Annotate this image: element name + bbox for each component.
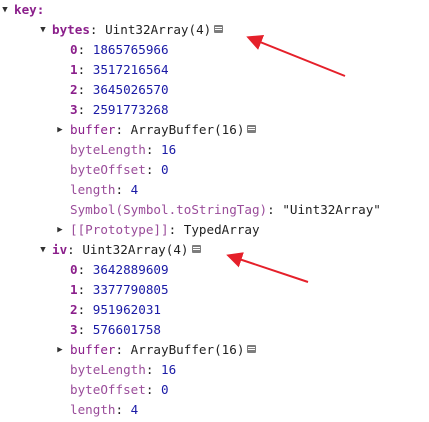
tree-row-iv[interactable]: iv: Uint32Array(4): [0, 240, 300, 260]
triangle-down-icon[interactable]: [38, 240, 48, 260]
memory-inspector-icon[interactable]: [247, 125, 257, 133]
triangle-right-icon[interactable]: [55, 120, 65, 140]
triangle-right-icon[interactable]: [55, 220, 65, 240]
prototype-key: [[Prototype]]: [70, 222, 169, 237]
list-item: 3: 2591773268: [70, 102, 169, 117]
property-value: "Uint32Array": [282, 202, 381, 217]
list-item: 2: 951962031: [70, 302, 162, 317]
memory-inspector-icon[interactable]: [247, 345, 257, 353]
list-item: 1: 3377790805: [70, 282, 169, 297]
property-row: Symbol(Symbol.toStringTag): "Uint32Array…: [70, 202, 381, 217]
bytes-key: bytes: [52, 22, 90, 37]
tree-row-bytes[interactable]: bytes: Uint32Array(4): [0, 20, 300, 40]
array-value: 1865765966: [92, 42, 169, 57]
array-index: 2: [70, 82, 78, 97]
triangle-right-icon[interactable]: [55, 340, 65, 360]
array-index: 1: [70, 62, 78, 77]
property-key: byteOffset: [70, 162, 146, 177]
buffer-type: ArrayBuffer(16): [130, 122, 245, 137]
array-value: 3517216564: [92, 62, 169, 77]
property-key: length: [70, 182, 116, 197]
list-item: 2: 3645026570: [70, 82, 169, 97]
buffer-key: buffer: [70, 342, 116, 357]
property-row: length: 4: [70, 182, 139, 197]
array-value: 3642889609: [92, 262, 169, 277]
property-key: length: [70, 402, 116, 417]
array-value: 576601758: [92, 322, 162, 337]
arrow-to-bytes-memory-icon: [246, 35, 346, 77]
iv-type: Uint32Array(4): [82, 242, 189, 257]
array-value: 2591773268: [92, 102, 169, 117]
root-label: key:: [14, 2, 45, 17]
list-item: 0: 1865765966: [70, 42, 169, 57]
array-value: 3645026570: [92, 82, 169, 97]
triangle-down-icon[interactable]: [0, 0, 10, 20]
property-value: 0: [161, 382, 169, 397]
array-index: 3: [70, 102, 78, 117]
prototype-value: TypedArray: [183, 222, 260, 237]
array-index: 1: [70, 282, 78, 297]
property-row: byteLength: 16: [70, 142, 177, 157]
list-item: 0: 3642889609: [70, 262, 169, 277]
property-key: byteLength: [70, 362, 146, 377]
bytes-type: Uint32Array(4): [105, 22, 212, 37]
property-value: 4: [130, 182, 139, 197]
property-row: length: 4: [70, 402, 139, 417]
buffer-type: ArrayBuffer(16): [130, 342, 245, 357]
iv-key: iv: [52, 242, 68, 257]
array-index: 2: [70, 302, 78, 317]
property-value: 4: [130, 402, 139, 417]
property-key: Symbol(Symbol.toStringTag): [70, 202, 268, 217]
buffer-key: buffer: [70, 122, 116, 137]
memory-inspector-icon[interactable]: [214, 25, 224, 33]
tree-row-bytes-buffer[interactable]: buffer: ArrayBuffer(16): [0, 120, 300, 140]
property-key: byteLength: [70, 142, 146, 157]
tree-row-prototype[interactable]: [[Prototype]]: TypedArray: [0, 220, 300, 240]
memory-inspector-icon[interactable]: [191, 245, 201, 253]
property-row: byteLength: 16: [70, 362, 177, 377]
property-row: byteOffset: 0: [70, 162, 169, 177]
property-key: byteOffset: [70, 382, 146, 397]
property-value: 0: [161, 162, 169, 177]
property-value: 16: [161, 362, 177, 377]
array-index: 3: [70, 322, 78, 337]
property-row: byteOffset: 0: [70, 382, 169, 397]
array-value: 3377790805: [92, 282, 169, 297]
array-value: 951962031: [92, 302, 162, 317]
triangle-down-icon[interactable]: [38, 20, 48, 40]
list-item: 3: 576601758: [70, 322, 162, 337]
array-index: 0: [70, 42, 78, 57]
array-index: 0: [70, 262, 78, 277]
property-value: 16: [161, 142, 177, 157]
list-item: 1: 3517216564: [70, 62, 169, 77]
tree-row-iv-buffer[interactable]: buffer: ArrayBuffer(16): [0, 340, 300, 360]
